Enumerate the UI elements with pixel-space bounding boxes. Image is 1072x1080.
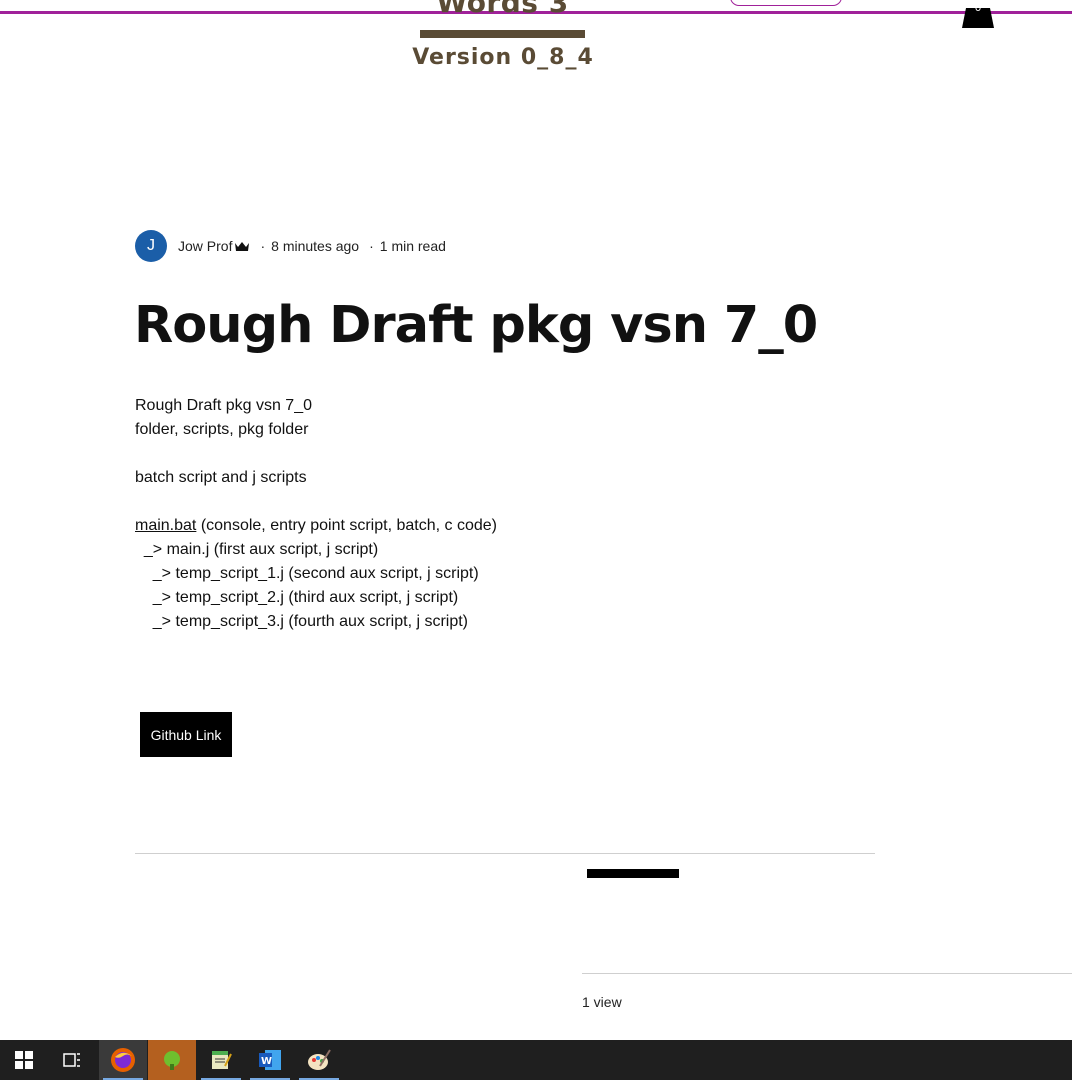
taskbar: W <box>0 1040 1072 1080</box>
body-line: _> temp_script_1.j (second aux script, j… <box>135 565 479 582</box>
body-line-main: main.bat (console, entry point script, b… <box>135 514 497 538</box>
body-line: _> temp_script_2.j (third aux script, j … <box>135 589 459 606</box>
stats-divider <box>582 973 1072 974</box>
post-meta: J Jow Prof · 8 minutes ago · 1 min read <box>135 230 446 262</box>
site-title[interactable]: Words 3 <box>420 0 585 19</box>
cart-count: 0 <box>974 2 982 14</box>
site-title-underline <box>420 30 585 38</box>
view-count: 1 view <box>582 994 622 1010</box>
body-line-text: (console, entry point script, batch, c c… <box>200 517 497 534</box>
site-version: Version 0_8_4 <box>412 45 594 70</box>
body-line: _> temp_script_3.j (fourth aux script, j… <box>135 613 469 630</box>
paint-icon[interactable] <box>295 1040 343 1080</box>
text-editor-icon[interactable] <box>197 1040 245 1080</box>
author-name[interactable]: Jow Prof <box>178 238 232 254</box>
post-title: Rough Draft pkg vsn 7_0 <box>134 296 818 355</box>
main-bat-link[interactable]: main.bat <box>135 517 196 534</box>
notepad-plus-icon[interactable] <box>148 1040 196 1080</box>
body-line: _> main.j (first aux script, j script) <box>135 541 379 558</box>
login-button[interactable] <box>730 0 842 6</box>
word-icon[interactable]: W <box>246 1040 294 1080</box>
author-avatar[interactable]: J <box>135 230 167 262</box>
body-line: folder, scripts, pkg folder <box>135 421 309 438</box>
meta-separator: · <box>369 238 374 254</box>
post-divider <box>135 853 875 854</box>
body-line <box>135 442 497 466</box>
body-line: Rough Draft pkg vsn 7_0 <box>135 397 312 414</box>
firefox-icon[interactable] <box>99 1040 147 1080</box>
admin-crown-icon <box>235 242 250 251</box>
github-link-button[interactable]: Github Link <box>140 712 232 757</box>
share-bar[interactable] <box>587 869 679 878</box>
post-body: Rough Draft pkg vsn 7_0 folder, scripts,… <box>135 394 497 634</box>
body-line: batch script and j scripts <box>135 469 307 486</box>
meta-separator: · <box>260 238 266 254</box>
task-view-icon[interactable] <box>48 1040 96 1080</box>
read-time: 1 min read <box>379 238 446 254</box>
windows-start-icon[interactable] <box>0 1040 48 1080</box>
svg-text:W: W <box>261 1056 272 1067</box>
post-time: 8 minutes ago <box>271 238 360 254</box>
body-line <box>135 490 497 514</box>
